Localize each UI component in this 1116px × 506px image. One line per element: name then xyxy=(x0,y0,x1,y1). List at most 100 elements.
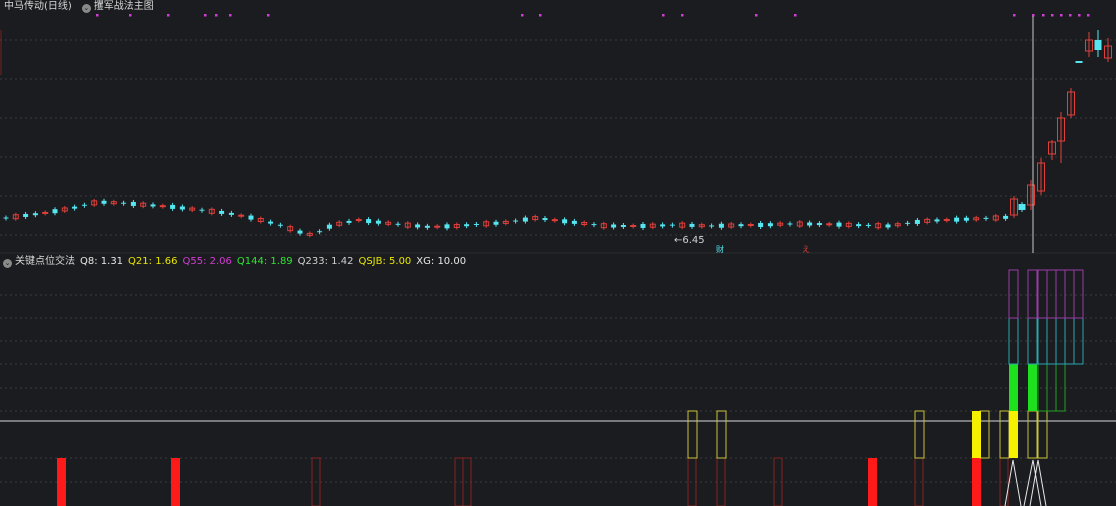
candle-body xyxy=(424,225,430,228)
candle-body xyxy=(689,223,695,227)
signal-dot xyxy=(1078,14,1081,17)
candle-body xyxy=(473,223,479,225)
candle-body xyxy=(669,224,675,226)
indicator-bar xyxy=(1027,269,1038,319)
signal-dot xyxy=(267,14,270,17)
indicator-bar xyxy=(972,458,981,506)
candle-body xyxy=(150,204,156,207)
xg-signal-line xyxy=(1029,459,1047,506)
candle-body xyxy=(1003,215,1009,219)
candle-body xyxy=(709,225,715,227)
indicator-bar xyxy=(57,458,66,506)
candle-body xyxy=(787,223,793,225)
candle-body xyxy=(317,231,323,233)
candle-body xyxy=(1018,204,1026,210)
candle-body xyxy=(346,220,352,223)
candle-body xyxy=(23,213,29,217)
candle-body xyxy=(3,217,9,219)
candle-body xyxy=(121,202,127,204)
signal-dot xyxy=(794,14,797,17)
candle-body xyxy=(355,219,362,222)
indicator-bar xyxy=(972,411,981,458)
candle-body xyxy=(816,223,822,226)
indicator-value: XG: 10.00 xyxy=(416,256,467,267)
main-chart-header: 中马传动(日线) ⌄ 攫军战法主图 xyxy=(4,1,160,13)
candle-body xyxy=(807,222,813,226)
candle-body xyxy=(513,220,519,222)
signal-dot xyxy=(1087,14,1090,17)
candle-body xyxy=(434,225,441,228)
settings-circle-icon[interactable]: ⌄ xyxy=(81,4,91,13)
signal-dot xyxy=(167,14,170,17)
signal-dot xyxy=(229,14,232,17)
signal-dot xyxy=(1042,14,1045,17)
candle-body xyxy=(464,224,470,227)
candle-body xyxy=(562,219,568,224)
indicator-bar xyxy=(716,410,727,459)
indicator-bar xyxy=(687,410,698,459)
indicator-value: Q144: 1.89 xyxy=(236,256,293,267)
candle-body xyxy=(493,221,499,225)
signal-dot xyxy=(96,14,99,17)
signal-dot xyxy=(215,14,218,17)
sub-chart-title[interactable]: 关键点位交法 xyxy=(15,256,75,267)
candle-body xyxy=(571,220,577,224)
candle-body xyxy=(914,219,920,224)
candle-body xyxy=(943,219,950,222)
candle-body xyxy=(415,224,421,228)
indicator-bar xyxy=(1027,410,1038,459)
indicator-bar xyxy=(1028,364,1037,411)
signal-dot xyxy=(204,14,207,17)
indicator-bar xyxy=(1009,411,1018,458)
sub-chart-header: ⌄ 关键点位交法 Q8: 1.31 Q21: 1.66 Q55: 2.06 Q144: 1… xyxy=(0,256,477,268)
candle-body xyxy=(983,217,989,219)
indicator-bar xyxy=(1055,269,1066,319)
indicator-values: Q8: 1.31 Q21: 1.66 Q55: 2.06 Q144: 1.89 Q233… xyxy=(80,256,471,267)
candle-body xyxy=(611,224,617,228)
candlestick-series xyxy=(3,30,1112,238)
signal-dot xyxy=(1060,14,1063,17)
indicator-bar xyxy=(1064,269,1075,319)
candle-body xyxy=(522,217,528,222)
candle-body xyxy=(52,209,58,214)
candle-body xyxy=(42,211,49,214)
candle-body xyxy=(865,224,871,226)
candle-body xyxy=(159,205,166,208)
indicator-bar xyxy=(171,458,180,506)
candle-body xyxy=(630,225,637,227)
indicator-bar xyxy=(1037,269,1048,319)
indicator-bar xyxy=(979,410,990,459)
candle-body xyxy=(268,221,274,224)
candle-body xyxy=(32,213,38,216)
candle-body xyxy=(856,224,862,227)
candle-body xyxy=(1094,40,1102,50)
candle-body xyxy=(444,224,450,229)
candle-body xyxy=(375,220,381,224)
xg-signal-line xyxy=(1004,459,1022,506)
candle-body xyxy=(954,217,960,222)
signal-dot xyxy=(662,14,665,17)
indicator-bar xyxy=(914,410,925,459)
candle-body xyxy=(591,224,597,226)
settings-circle-icon[interactable]: ⌄ xyxy=(3,259,12,268)
candle-body xyxy=(101,200,107,204)
candle-body xyxy=(640,223,646,228)
signal-dot xyxy=(539,14,542,17)
candle-body xyxy=(395,223,401,225)
indicator-name[interactable]: 攫军战法主图 xyxy=(94,1,154,12)
candle-body xyxy=(81,204,87,206)
candle-body xyxy=(238,214,245,217)
candle-body xyxy=(219,210,225,214)
indicator-bar xyxy=(1009,364,1018,411)
stock-title: 中马传动(日线) xyxy=(4,1,72,12)
candle-body xyxy=(836,222,842,227)
indicator-bar xyxy=(999,410,1010,459)
candle-body xyxy=(542,218,548,221)
candle-body xyxy=(934,219,940,222)
candle-body xyxy=(326,224,332,229)
candle-body xyxy=(620,225,626,227)
indicator-bar xyxy=(1073,269,1084,319)
candle-body xyxy=(199,209,205,211)
candle-body xyxy=(718,223,724,228)
candle-body xyxy=(660,224,666,227)
